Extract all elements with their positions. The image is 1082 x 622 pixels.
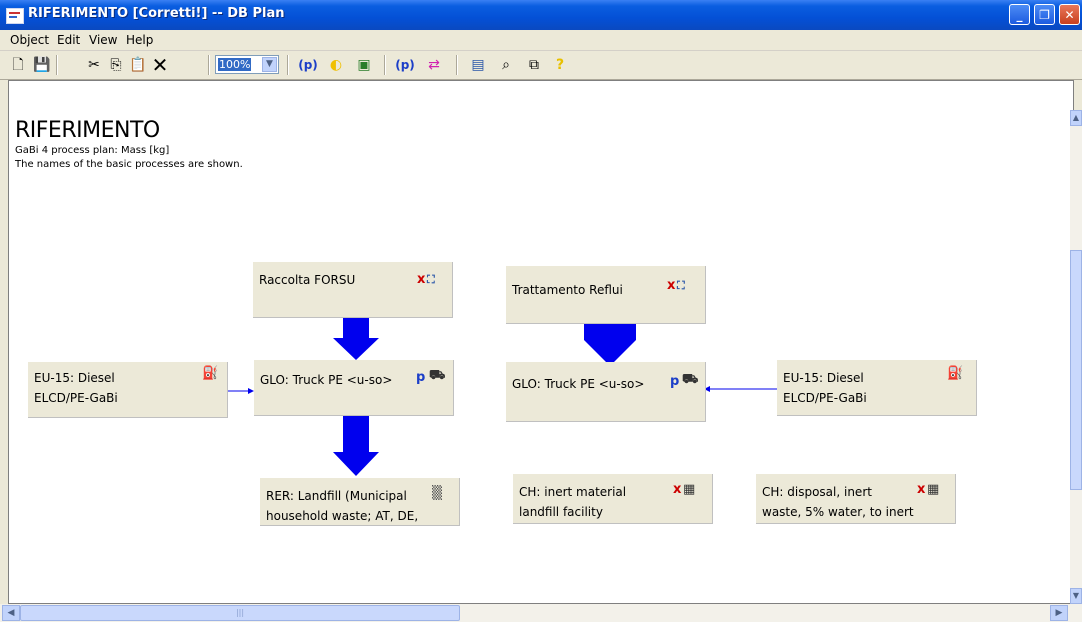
process-label-line1: EU-15: Diesel — [34, 371, 115, 385]
factory-icon: ▦ — [683, 482, 696, 497]
process-p-icon: p — [670, 374, 680, 389]
plan-x-icon: x — [667, 278, 676, 293]
process-truck-left[interactable]: GLO: Truck PE <u-so> p ⛟ — [254, 360, 454, 416]
process-label-line2: ELCD/PE-GaBi — [783, 391, 867, 405]
process-disposal-inert[interactable]: CH: disposal, inert waste, 5% water, to … — [756, 474, 956, 524]
process-truck-right[interactable]: GLO: Truck PE <u-so> p ⛟ — [506, 362, 706, 422]
fuel-pump-icon: ⛽ — [202, 366, 219, 381]
process-label: Raccolta FORSU — [259, 273, 356, 287]
process-label-line1: CH: inert material — [519, 485, 627, 499]
process-trattamento-reflui[interactable]: Trattamento Reflui x ⛶ — [506, 266, 706, 324]
truck-icon: ⛟ — [429, 368, 446, 383]
horizontal-scroll-thumb[interactable]: ||| — [20, 605, 460, 621]
scroll-right-icon[interactable]: ▶ — [1050, 605, 1068, 621]
scroll-up-icon[interactable]: ▲ — [1070, 110, 1082, 126]
process-label-line2: household waste; AT, DE, — [266, 509, 419, 523]
vertical-scrollbar[interactable]: ▲ ▼ — [1070, 110, 1082, 604]
process-label: Trattamento Reflui — [512, 283, 623, 297]
truck-icon: ⛟ — [682, 372, 699, 387]
process-raccolta-forsu[interactable]: Raccolta FORSU x ⛶ — [253, 262, 453, 318]
process-label-line2: waste, 5% water, to inert — [762, 505, 914, 519]
process-diesel-left[interactable]: EU-15: Diesel ELCD/PE-GaBi ⛽ — [28, 362, 228, 418]
flow-truck-landfill — [333, 416, 379, 476]
process-label-line1: RER: Landfill (Municipal — [266, 489, 407, 503]
process-landfill[interactable]: RER: Landfill (Municipal household waste… — [260, 478, 460, 526]
plan-x-icon: x — [917, 482, 926, 497]
process-inert-material[interactable]: CH: inert material landfill facility x ▦ — [513, 474, 713, 524]
chart-icon: ⛶ — [427, 273, 435, 286]
factory-icon: ▦ — [927, 482, 940, 497]
flow-raccolta-truck — [333, 318, 379, 360]
process-diesel-right[interactable]: EU-15: Diesel ELCD/PE-GaBi ⛽ — [777, 360, 977, 416]
process-label: GLO: Truck PE <u-so> — [260, 373, 393, 387]
process-label-line2: landfill facility — [519, 505, 603, 519]
process-label-line2: ELCD/PE-GaBi — [34, 391, 118, 405]
fuel-pump-icon: ⛽ — [947, 366, 964, 381]
scroll-left-icon[interactable]: ◀ — [2, 605, 20, 621]
process-label-line1: CH: disposal, inert — [762, 485, 872, 499]
landfill-icon: ▒ — [432, 486, 442, 501]
horizontal-scrollbar[interactable]: ◀ ||| ▶ — [0, 604, 1082, 622]
flow-trattamento-truck — [584, 324, 636, 366]
process-p-icon: p — [416, 370, 426, 385]
process-label: GLO: Truck PE <u-so> — [512, 377, 645, 391]
scroll-down-icon[interactable]: ▼ — [1070, 588, 1082, 604]
plan-x-icon: x — [417, 272, 426, 287]
chart-icon: ⛶ — [677, 279, 685, 292]
process-label-line1: EU-15: Diesel — [783, 371, 864, 385]
vertical-scroll-thumb[interactable] — [1070, 250, 1082, 490]
plan-x-icon: x — [673, 482, 682, 497]
